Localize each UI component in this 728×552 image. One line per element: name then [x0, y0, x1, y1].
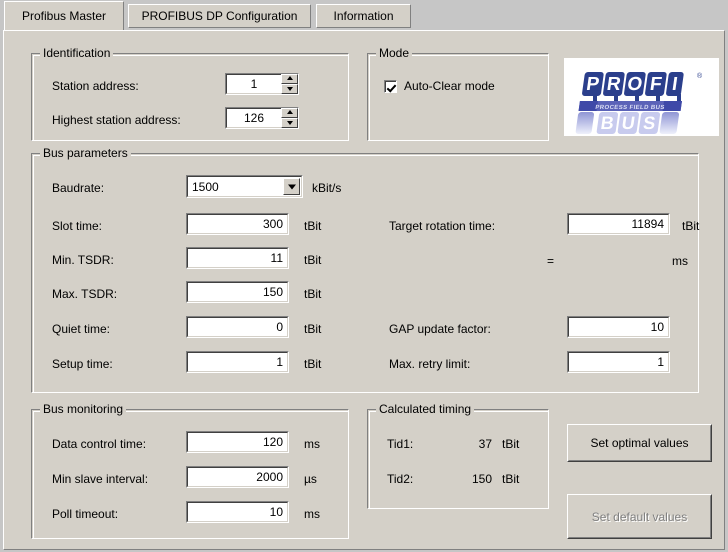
target-rotation-time-field[interactable]: 11894 [567, 213, 670, 235]
spin-down-icon[interactable] [281, 118, 298, 128]
profibus-master-panel: Identification Station address: 1 Highes… [3, 30, 725, 550]
setup-time-field[interactable]: 1 [186, 351, 289, 373]
min-tsdr-unit: tBit [304, 253, 322, 267]
tid2-value: 150 [471, 472, 492, 486]
profibus-logo-svg: P R O F I ® PROCESS FIELD BUS B U S [564, 58, 719, 136]
spin-up-icon[interactable] [281, 108, 298, 118]
identification-group-title: Identification [40, 47, 114, 60]
set-optimal-values-label: Set optimal values [590, 436, 689, 450]
max-retry-limit-field[interactable]: 1 [567, 351, 670, 373]
data-control-time-label: Data control time: [52, 437, 147, 451]
station-address-stepper[interactable]: 1 [225, 73, 299, 95]
data-control-time-unit: ms [304, 437, 320, 451]
tab-label: PROFIBUS DP Configuration [141, 9, 298, 23]
calculated-timing-group: Calculated timing [367, 403, 549, 509]
svg-text:®: ® [697, 72, 703, 80]
set-default-values-label: Set default values [591, 509, 688, 524]
tid1-value: 37 [478, 437, 492, 451]
baudrate-unit: kBit/s [312, 181, 342, 195]
gap-update-factor-field[interactable]: 10 [567, 316, 670, 338]
target-rotation-time-unit: tBit [682, 219, 700, 233]
gap-update-factor-label: GAP update factor: [389, 322, 491, 336]
calculated-timing-group-title: Calculated timing [376, 403, 475, 416]
tab-profibus-master[interactable]: Profibus Master [4, 1, 124, 30]
tab-label: Profibus Master [21, 9, 107, 23]
min-tsdr-label: Min. TSDR: [52, 253, 114, 267]
profibus-logo: P R O F I ® PROCESS FIELD BUS B U S [564, 58, 719, 136]
mode-group: Mode [367, 47, 549, 141]
tid2-label: Tid2: [387, 472, 414, 486]
auto-clear-mode-label: Auto-Clear mode [404, 79, 495, 93]
tab-label: Information [333, 9, 394, 23]
poll-timeout-label: Poll timeout: [52, 507, 119, 521]
target-rotation-time-input[interactable]: 11894 [568, 214, 669, 234]
min-slave-interval-label: Min slave interval: [52, 472, 149, 486]
slot-time-unit: tBit [304, 219, 322, 233]
bus-monitoring-group-title: Bus monitoring [40, 403, 127, 416]
quiet-time-field[interactable]: 0 [186, 316, 289, 338]
chevron-down-icon[interactable] [283, 178, 300, 195]
data-control-time-field[interactable]: 120 [186, 431, 289, 453]
mode-group-title: Mode [376, 47, 413, 60]
gap-update-factor-input[interactable]: 10 [568, 317, 669, 337]
tid2-unit: tBit [502, 472, 520, 486]
spin-down-icon[interactable] [281, 84, 298, 94]
svg-text:O: O [626, 74, 644, 95]
equals-sign: = [547, 254, 555, 268]
highest-station-address-spin-buttons[interactable] [281, 108, 298, 128]
bus-parameters-group-title: Bus parameters [40, 147, 131, 160]
min-tsdr-field[interactable]: 11 [186, 247, 289, 269]
poll-timeout-input[interactable]: 10 [187, 502, 288, 522]
max-tsdr-field[interactable]: 150 [186, 281, 289, 303]
quiet-time-input[interactable]: 0 [187, 317, 288, 337]
svg-text:PROCESS FIELD BUS: PROCESS FIELD BUS [595, 105, 665, 111]
identification-group: Identification [31, 47, 349, 141]
min-slave-interval-input[interactable]: 2000 [187, 467, 288, 487]
setup-time-input[interactable]: 1 [187, 352, 288, 372]
auto-clear-mode-checkbox[interactable] [384, 79, 397, 93]
highest-station-address-stepper[interactable]: 126 [225, 107, 299, 129]
max-retry-limit-input[interactable]: 1 [568, 352, 669, 372]
setup-time-unit: tBit [304, 357, 322, 371]
station-address-spin-buttons[interactable] [281, 74, 298, 94]
max-tsdr-unit: tBit [304, 287, 322, 301]
max-retry-limit-label: Max. retry limit: [389, 357, 471, 371]
tab-information[interactable]: Information [316, 4, 411, 28]
slot-time-input[interactable]: 300 [187, 214, 288, 234]
data-control-time-input[interactable]: 120 [187, 432, 288, 452]
min-tsdr-input[interactable]: 11 [187, 248, 288, 268]
quiet-time-label: Quiet time: [52, 322, 111, 336]
baudrate-select[interactable]: 1500 [186, 175, 303, 198]
min-slave-interval-unit: µs [304, 472, 317, 486]
poll-timeout-unit: ms [304, 507, 320, 521]
tid1-label: Tid1: [387, 437, 414, 451]
tid1-unit: tBit [502, 437, 520, 451]
baudrate-label: Baudrate: [52, 181, 105, 195]
target-rotation-time-label: Target rotation time: [389, 219, 496, 233]
equals-row-unit: ms [672, 254, 688, 268]
max-tsdr-input[interactable]: 150 [187, 282, 288, 302]
set-optimal-values-button[interactable]: Set optimal values [567, 424, 712, 462]
station-address-label: Station address: [52, 79, 139, 93]
set-default-values-button[interactable]: Set default values [567, 494, 712, 539]
auto-clear-mode-checkbox-row[interactable]: Auto-Clear mode [384, 79, 495, 93]
slot-time-field[interactable]: 300 [186, 213, 289, 235]
min-slave-interval-field[interactable]: 2000 [186, 466, 289, 488]
slot-time-label: Slot time: [52, 219, 103, 233]
quiet-time-unit: tBit [304, 322, 322, 336]
poll-timeout-field[interactable]: 10 [186, 501, 289, 523]
setup-time-label: Setup time: [52, 357, 113, 371]
max-tsdr-label: Max. TSDR: [52, 287, 118, 301]
tab-profibus-dp-configuration[interactable]: PROFIBUS DP Configuration [128, 4, 311, 28]
tab-strip: Profibus Master PROFIBUS DP Configuratio… [0, 0, 728, 32]
highest-station-address-label: Highest station address: [52, 113, 181, 127]
spin-up-icon[interactable] [281, 74, 298, 84]
